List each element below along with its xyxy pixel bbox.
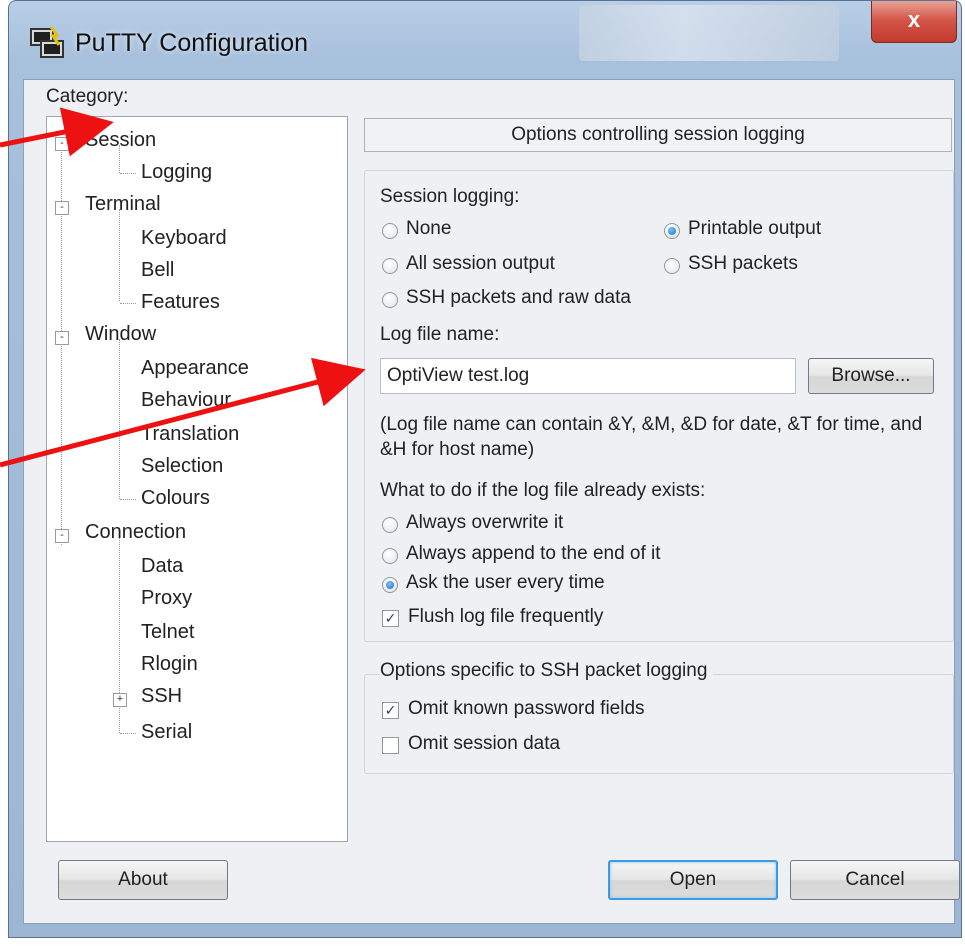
arrow-to-session [0,107,114,157]
annotation-arrows [0,107,366,468]
arrow-to-log-file-name [0,357,366,468]
